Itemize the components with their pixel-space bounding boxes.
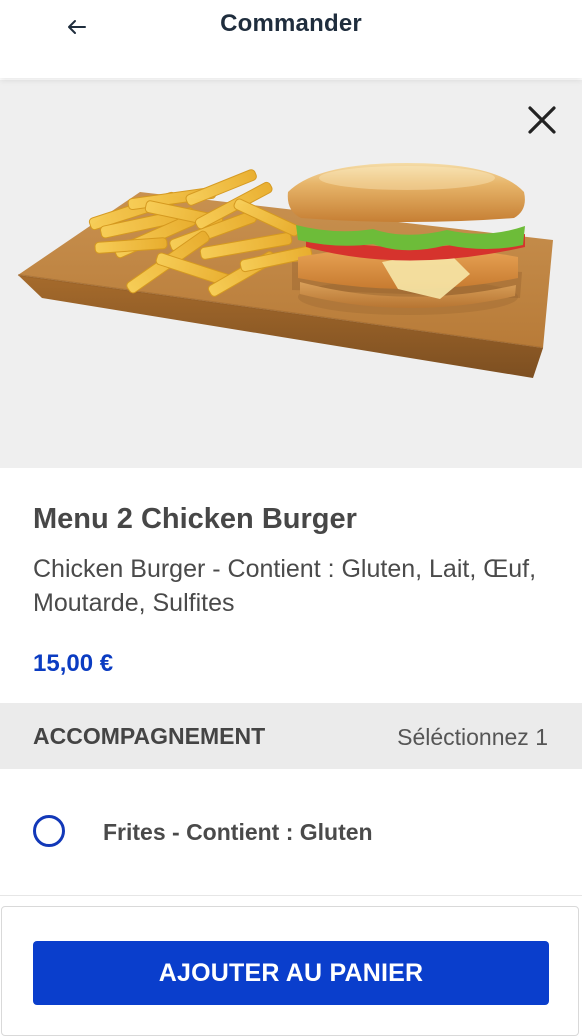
close-button[interactable] [522,100,562,140]
close-icon [528,106,556,134]
section-hint: Séléctionnez 1 [397,724,548,750]
radio-button[interactable] [33,815,65,847]
top-header: Commander [0,0,582,78]
accompaniment-section-header: ACCOMPAGNEMENT Séléctionnez 1 [0,703,582,769]
product-image-panel [0,80,582,468]
product-name: Menu 2 Chicken Burger [33,503,357,535]
option-frites[interactable]: Frites - Contient : Gluten [0,772,582,894]
product-description: Chicken Burger - Contient : Gluten, Lait… [33,555,537,617]
footer-bar: AJOUTER AU PANIER [0,895,582,1036]
product-price: 15,00 € [33,650,114,677]
page-title: Commander [220,10,362,37]
add-to-cart-button[interactable]: AJOUTER AU PANIER [33,941,549,1005]
section-title: ACCOMPAGNEMENT [33,723,266,749]
burger-and-fries-icon [17,163,553,378]
product-info: Menu 2 Chicken Burger Chicken Burger - C… [33,500,553,678]
option-label: Frites - Contient : Gluten [103,819,373,845]
